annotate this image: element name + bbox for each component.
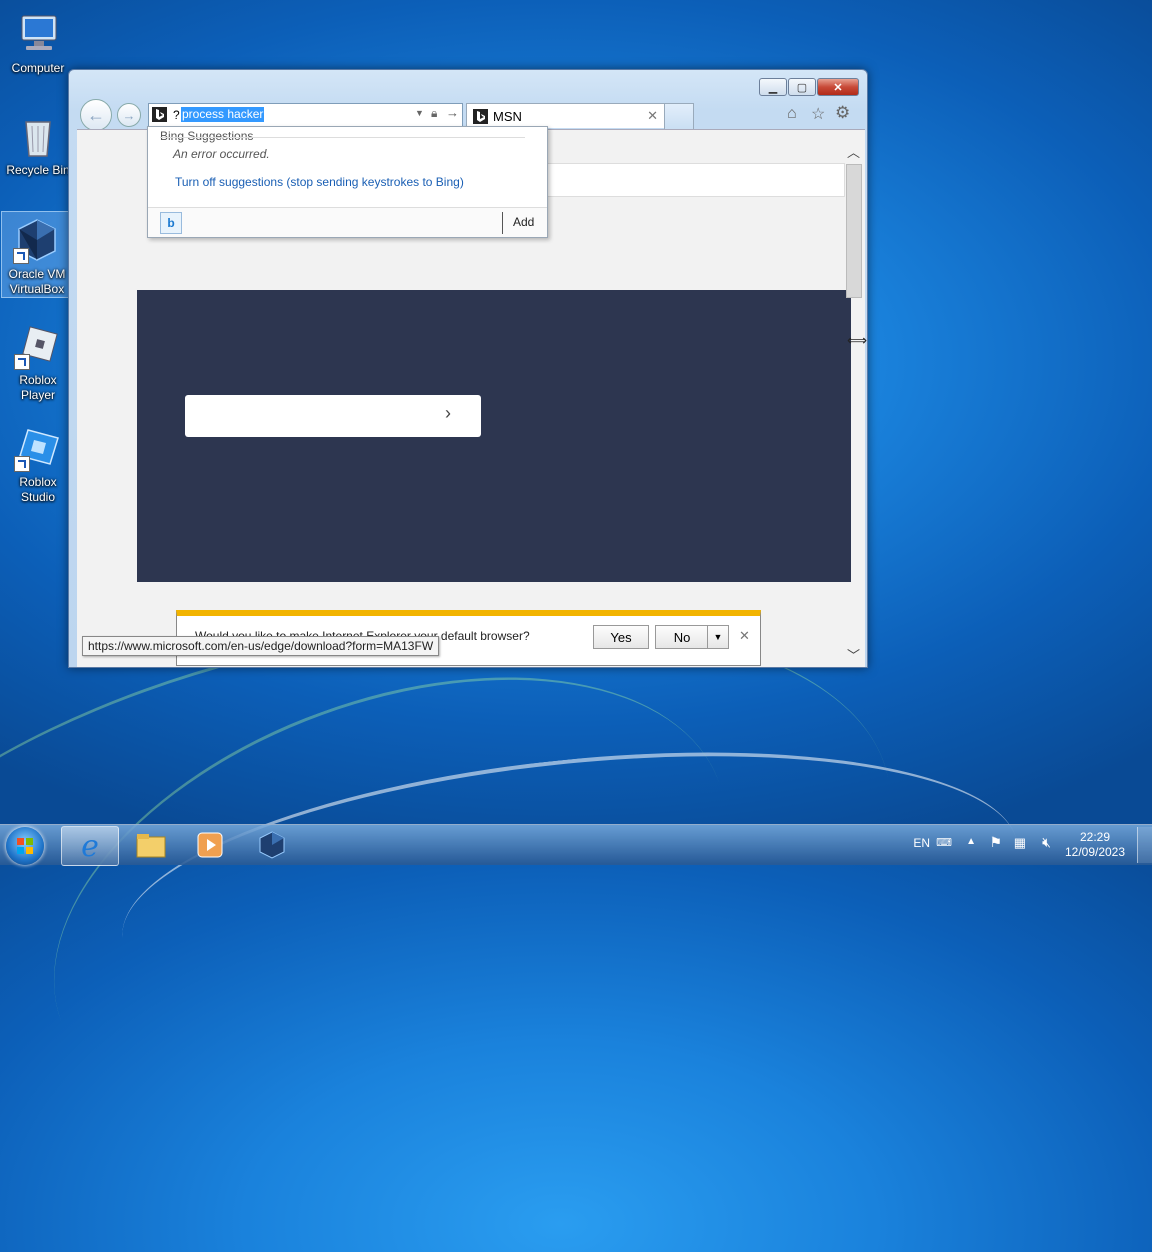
taskbar-virtualbox[interactable] [244, 826, 300, 864]
media-player-icon [197, 832, 223, 858]
desktop-icon-label: Roblox Player [19, 373, 57, 402]
volume-muted-icon[interactable]: 🔇︎ [1042, 834, 1051, 851]
bing-provider-icon[interactable]: b [160, 212, 182, 234]
window-controls: ▁ ▢ ✕ [758, 78, 859, 96]
resize-cursor-icon: ⟺ [847, 332, 868, 348]
address-prefix: ? [173, 108, 180, 122]
add-provider-button[interactable]: Add [513, 215, 534, 229]
virtualbox-icon [13, 216, 61, 264]
address-bar[interactable]: ? process hacker ▼ 🔒︎ → [148, 103, 463, 127]
forward-button[interactable]: → [117, 103, 141, 127]
show-hidden-icons-icon[interactable]: ▲ [966, 836, 976, 847]
back-button[interactable]: ← [80, 99, 112, 131]
roblox-studio-icon [14, 424, 62, 472]
network-icon[interactable]: ▦ [1014, 835, 1026, 851]
msn-favicon-icon [473, 109, 488, 124]
keyboard-icon[interactable]: ⌨ [936, 836, 952, 849]
computer-icon [14, 10, 62, 58]
taskbar-media-player[interactable] [182, 826, 238, 864]
settings-gear-icon[interactable]: ⚙ [835, 103, 850, 123]
forward-arrow-icon: → [122, 107, 136, 123]
folder-icon [136, 834, 166, 858]
recycle-bin-icon [14, 112, 62, 160]
roblox-player-icon [14, 322, 62, 370]
chevron-right-icon: › [445, 403, 451, 423]
scroll-thumb[interactable] [846, 164, 862, 298]
close-icon: ✕ [833, 81, 843, 94]
notification-close-icon[interactable]: ✕ [739, 628, 750, 644]
internet-explorer-icon: e [81, 828, 99, 864]
action-center-flag-icon[interactable]: ⚑ [989, 834, 1002, 851]
go-arrow-icon[interactable]: → [446, 105, 459, 120]
clock[interactable]: 22:29 12/09/2023 [1064, 830, 1126, 860]
desktop-icon-label: Roblox Studio [19, 475, 57, 504]
clock-time: 22:29 [1079, 830, 1111, 844]
scroll-down-icon[interactable]: ﹀ [847, 645, 860, 664]
lock-icon[interactable]: 🔒︎ [431, 106, 437, 121]
language-indicator[interactable]: EN [913, 836, 930, 850]
no-button[interactable]: No [655, 625, 709, 649]
taskbar-internet-explorer[interactable]: e [61, 826, 119, 866]
dropdown-arrow-icon[interactable]: ▼ [415, 108, 424, 118]
close-button[interactable]: ✕ [817, 78, 859, 96]
virtualbox-icon [259, 831, 285, 859]
home-icon[interactable]: ⌂ [787, 105, 797, 123]
minimize-button[interactable]: ▁ [759, 78, 787, 96]
new-tab-button[interactable] [664, 103, 694, 129]
desktop-icon-recycle-bin[interactable]: Recycle Bin [3, 108, 73, 178]
windows-logo-icon [17, 838, 33, 854]
taskbar: e EN ⌨ ▲ ⚑ ▦ 🔇︎ 22:29 12/09/2023 [0, 824, 1152, 866]
desktop-icon-computer[interactable]: Computer [3, 6, 73, 76]
desktop-icon-label: Computer [11, 61, 65, 75]
bing-search-icon [152, 107, 167, 122]
dropdown-arrow-icon: ▼ [713, 632, 723, 642]
hero-input-pill[interactable]: › [185, 395, 481, 437]
back-arrow-icon: ← [87, 104, 105, 125]
suggestions-header: Bing Suggestions [160, 129, 254, 143]
maximize-button[interactable]: ▢ [788, 78, 816, 96]
no-options-dropdown[interactable]: ▼ [707, 625, 729, 649]
show-desktop-button[interactable] [1137, 827, 1152, 863]
desktop-icon-label: Oracle VM VirtualBox [8, 267, 66, 296]
suggestions-divider [160, 137, 525, 138]
scroll-up-icon[interactable]: ︿ [847, 142, 860, 161]
desktop-icon-roblox-player[interactable]: Roblox Player [3, 318, 73, 403]
tab-title: MSN [493, 109, 522, 124]
suggestions-footer: b Add [148, 207, 547, 237]
address-input[interactable]: process hacker [181, 107, 265, 122]
status-url-tooltip: https://www.microsoft.com/en-us/edge/dow… [82, 636, 440, 656]
taskbar-explorer[interactable] [123, 826, 179, 864]
shortcut-arrow-icon [14, 456, 30, 472]
shortcut-arrow-icon [14, 354, 30, 370]
shortcut-arrow-icon [13, 248, 29, 264]
desktop-icon-virtualbox[interactable]: Oracle VM VirtualBox [1, 211, 73, 298]
desktop-icon-roblox-studio[interactable]: Roblox Studio [3, 420, 73, 505]
suggestions-dropdown: Bing Suggestions An error occurred. Turn… [147, 126, 548, 238]
tab-msn[interactable]: MSN ✕ [466, 103, 665, 128]
clock-date: 12/09/2023 [1064, 845, 1126, 859]
start-button[interactable] [6, 827, 44, 865]
suggestions-error: An error occurred. [173, 147, 270, 161]
footer-separator [502, 212, 503, 234]
vertical-scrollbar[interactable]: ︿ ﹀ [845, 142, 862, 663]
minimize-icon: ▁ [768, 81, 778, 94]
hero-panel: › [137, 290, 851, 582]
favorites-star-icon[interactable]: ☆ [811, 104, 825, 124]
yes-button[interactable]: Yes [593, 625, 649, 649]
tab-close-icon[interactable]: ✕ [647, 108, 658, 124]
desktop-icon-label: Recycle Bin [6, 163, 70, 177]
maximize-icon: ▢ [796, 81, 808, 94]
turn-off-suggestions-link[interactable]: Turn off suggestions (stop sending keyst… [175, 175, 464, 189]
